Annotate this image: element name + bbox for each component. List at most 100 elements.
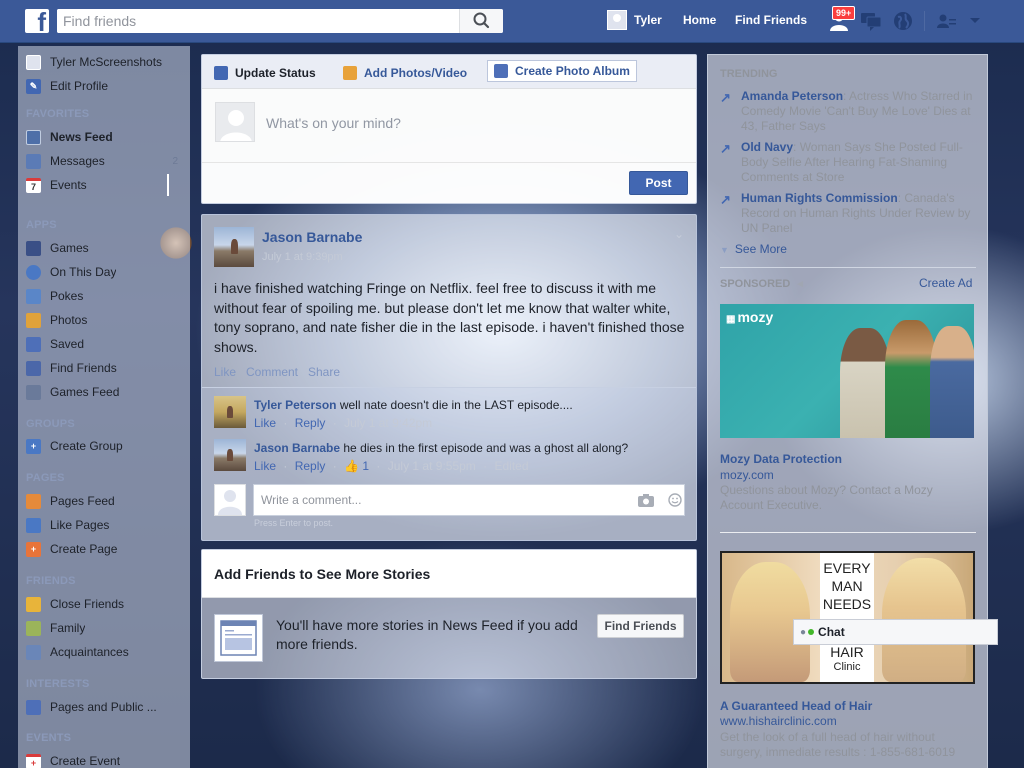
comment-timestamp[interactable]: July 1 at 9:42pm: [344, 416, 432, 430]
sidebar-item-close-friends[interactable]: Close Friends: [26, 594, 186, 614]
find-friends-link[interactable]: Find Friends: [735, 13, 807, 27]
sidebar-item-games-feed[interactable]: Games Feed: [26, 382, 186, 402]
sponsored-header: SPONSORED ◂: [720, 277, 803, 290]
comment-like-link[interactable]: Like: [254, 416, 276, 430]
search-input[interactable]: [57, 9, 459, 33]
see-more-link[interactable]: ▼ See More: [720, 242, 787, 256]
comment-reply-link[interactable]: Reply: [295, 459, 326, 473]
tab-add-photos[interactable]: Add Photos/Video: [343, 63, 467, 83]
story-author-avatar[interactable]: [214, 227, 254, 267]
right-sidebar: TRENDING ↗ Amanda Peterson: Actress Who …: [707, 54, 988, 768]
ad-image-text: Clinic: [833, 661, 861, 673]
comment-meta: Like · Reply · July 1 at 9:42pm: [254, 416, 433, 430]
hair-clinic-ad-image[interactable]: EVERY MAN NEEDS HAIR Clinic: [720, 551, 975, 684]
sidebar-section-interests: INTERESTS: [26, 678, 90, 690]
facebook-logo[interactable]: f: [25, 9, 49, 35]
mozy-ad-image[interactable]: ▦ mozy: [720, 304, 974, 438]
sidebar-item-acquaintances[interactable]: Acquaintances: [26, 642, 186, 662]
messages-count: 2: [172, 155, 178, 167]
comment-avatar[interactable]: [214, 396, 246, 428]
comment-edited-label[interactable]: Edited: [495, 459, 529, 473]
trending-topic-name[interactable]: Amanda Peterson: [741, 89, 843, 103]
story-options-chevron-icon[interactable]: ⌄: [674, 227, 684, 241]
comment-input[interactable]: [254, 485, 614, 515]
thumbs-up-icon: [26, 517, 41, 533]
emoji-icon[interactable]: [668, 493, 682, 507]
story-body: Jason Barnabe July 1 at 9:39pm ⌄ i have …: [202, 215, 696, 387]
ad-url[interactable]: www.hishairclinic.com: [720, 714, 837, 728]
mozy-logo: ▦ mozy: [726, 309, 774, 325]
pencil-icon: [214, 66, 228, 80]
comment-timestamp[interactable]: July 1 at 9:55pm: [388, 459, 476, 473]
sidebar-item-photos[interactable]: Photos: [26, 310, 186, 330]
sidebar-item-news-feed[interactable]: News Feed: [26, 127, 186, 147]
chat-label: Chat: [818, 625, 845, 639]
status-input[interactable]: [266, 113, 676, 133]
post-button[interactable]: Post: [629, 171, 688, 195]
trending-item[interactable]: ↗ Old Navy: Woman Says She Posted Full-B…: [720, 140, 978, 188]
sidebar-item-family[interactable]: Family: [26, 618, 186, 638]
ad-title[interactable]: A Guaranteed Head of Hair: [720, 699, 872, 713]
account-menu-chevron-icon[interactable]: [969, 17, 981, 25]
comment-hint: Press Enter to post.: [254, 518, 334, 528]
comment-reply-link[interactable]: Reply: [295, 416, 326, 430]
privacy-shortcuts-icon[interactable]: [937, 13, 957, 29]
comment-like-link[interactable]: Like: [254, 459, 276, 473]
tab-update-status[interactable]: Update Status: [214, 63, 316, 83]
sidebar-item-label: Find Friends: [50, 361, 117, 375]
find-friends-button[interactable]: Find Friends: [597, 614, 684, 638]
sidebar-item-like-pages[interactable]: Like Pages: [26, 515, 186, 535]
search-button[interactable]: [459, 9, 503, 33]
create-ad-link[interactable]: Create Ad: [919, 276, 972, 290]
sidebar-item-create-group[interactable]: + Create Group: [26, 436, 186, 456]
ad-description: Questions about Mozy? Contact a Mozy Acc…: [720, 483, 933, 512]
comment-avatar[interactable]: [214, 439, 246, 471]
thumbs-up-icon[interactable]: 👍: [344, 459, 359, 473]
trending-topic-name[interactable]: Human Rights Commission: [741, 191, 898, 205]
sidebar-item-profile[interactable]: Tyler McScreenshots: [26, 52, 186, 72]
comment-text: Tyler Peterson well nate doesn't die in …: [254, 398, 573, 412]
comment-author[interactable]: Tyler Peterson: [254, 398, 336, 412]
composer-tabs: Update Status Add Photos/Video Create Ph…: [202, 55, 696, 89]
profile-link[interactable]: Tyler: [634, 13, 662, 27]
sidebar-item-games[interactable]: Games: [26, 238, 186, 258]
sidebar-item-messages[interactable]: Messages 2: [26, 151, 186, 171]
sidebar-item-pokes[interactable]: Pokes: [26, 286, 186, 306]
sidebar-item-saved[interactable]: Saved: [26, 334, 186, 354]
trending-item[interactable]: ↗ Amanda Peterson: Actress Who Starred i…: [720, 89, 978, 137]
megaphone-icon: ◂: [797, 278, 803, 290]
sidebar-item-edit-profile[interactable]: ✎ Edit Profile: [26, 76, 186, 96]
sidebar-section-apps: APPS: [26, 219, 57, 231]
messages-icon[interactable]: [860, 11, 882, 31]
ad-title[interactable]: Mozy Data Protection: [720, 452, 842, 466]
ad-url[interactable]: mozy.com: [720, 468, 774, 482]
sidebar-item-pages-and-public[interactable]: Pages and Public ...: [26, 697, 186, 717]
share-link[interactable]: Share: [308, 365, 340, 379]
sidebar-section-favorites: FAVORITES: [26, 108, 90, 120]
sidebar-item-on-this-day[interactable]: On This Day: [26, 262, 186, 282]
trending-item[interactable]: ↗ Human Rights Commission: Canada's Reco…: [720, 191, 978, 239]
comment-like-count[interactable]: 1: [362, 459, 369, 473]
sidebar-item-create-page[interactable]: + Create Page: [26, 539, 186, 559]
sidebar-item-events[interactable]: 7 Events: [26, 175, 186, 195]
sidebar-item-label: Acquaintances: [50, 645, 129, 659]
story-timestamp[interactable]: July 1 at 9:39pm: [262, 251, 343, 263]
like-link[interactable]: Like: [214, 365, 236, 379]
notifications-globe-icon[interactable]: [893, 11, 913, 31]
chat-bar[interactable]: ● Chat: [793, 619, 998, 645]
sidebar-item-find-friends[interactable]: Find Friends: [26, 358, 186, 378]
comment-text: Jason Barnabe he dies in the first episo…: [254, 441, 628, 455]
trending-topic-name[interactable]: Old Navy: [741, 140, 793, 154]
tab-create-photo-album[interactable]: Create Photo Album: [487, 60, 637, 82]
sidebar-item-pages-feed[interactable]: Pages Feed: [26, 491, 186, 511]
caret-down-icon: ▼: [720, 245, 729, 255]
news-feed-active-indicator: [167, 174, 169, 196]
profile-avatar[interactable]: [607, 10, 627, 30]
comment-link[interactable]: Comment: [246, 365, 298, 379]
home-link[interactable]: Home: [683, 13, 716, 27]
sidebar-item-create-event[interactable]: + Create Event: [26, 751, 186, 768]
comment-author[interactable]: Jason Barnabe: [254, 441, 340, 455]
camera-icon[interactable]: [638, 494, 654, 507]
plus-icon: +: [26, 438, 41, 454]
story-author-name[interactable]: Jason Barnabe: [262, 229, 362, 245]
